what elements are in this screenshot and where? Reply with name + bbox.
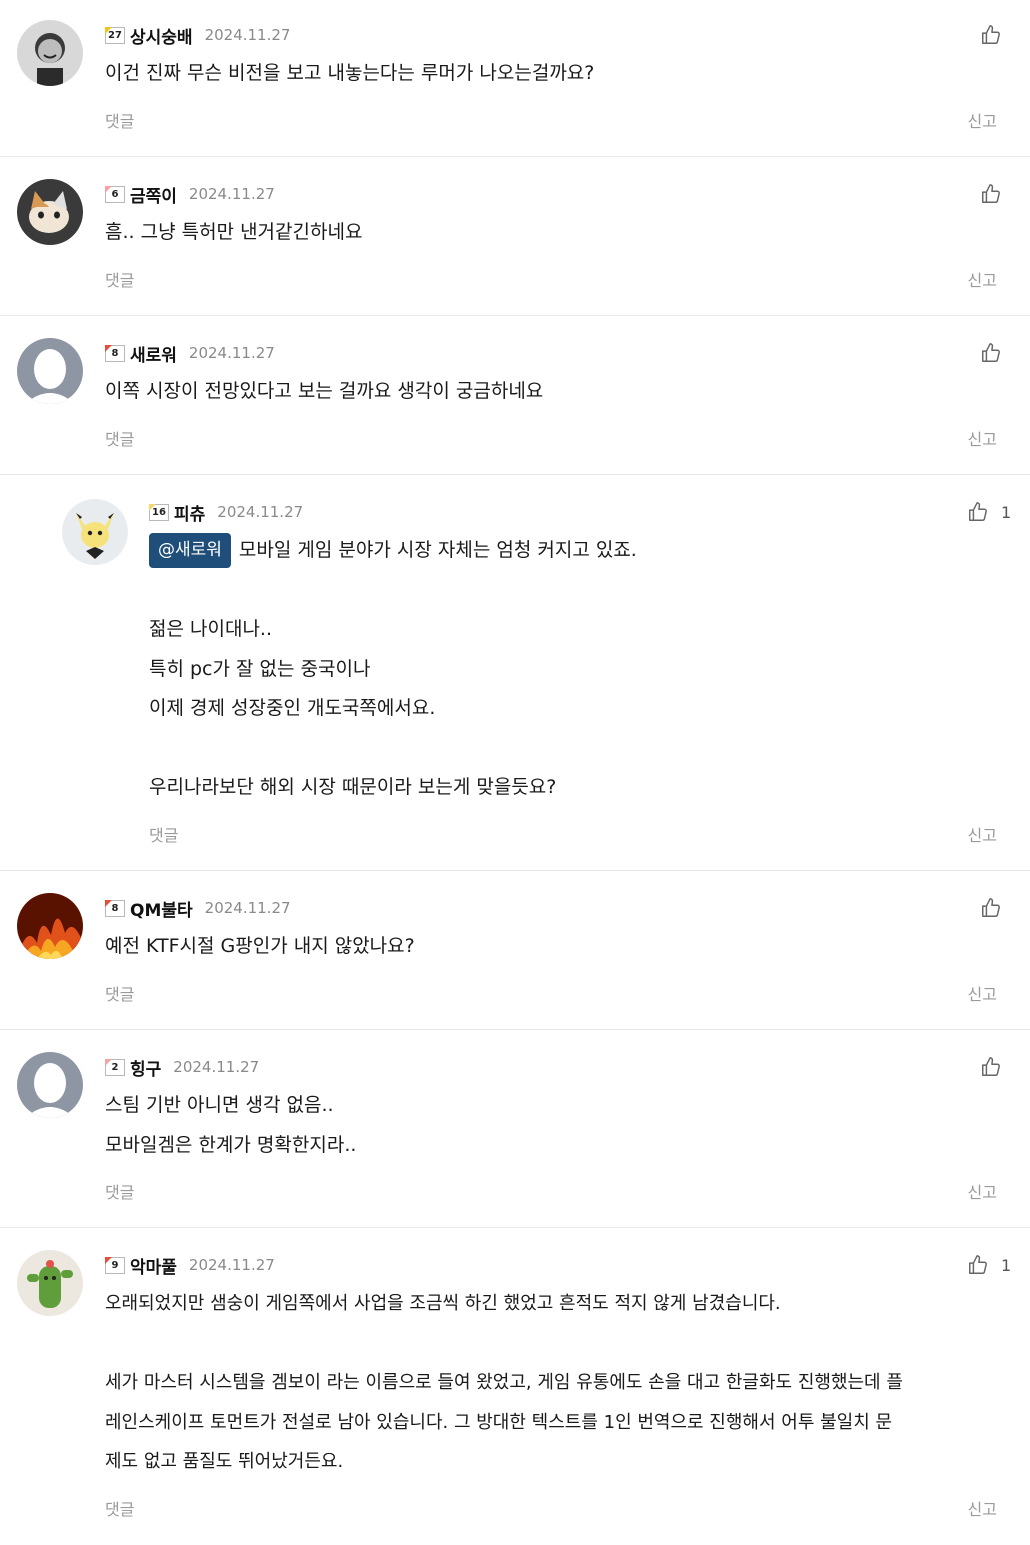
reply-button[interactable]: 댓글 <box>105 981 134 1005</box>
comment-date: 2024.11.27 <box>188 344 275 362</box>
user-avatar[interactable] <box>17 20 83 86</box>
report-button[interactable]: 신고 <box>968 426 997 450</box>
comment-header: 2 힝구 2024.11.27 <box>105 1055 260 1080</box>
user-avatar[interactable] <box>17 893 83 959</box>
thumbs-up-icon <box>969 502 987 521</box>
report-button[interactable]: 신고 <box>968 1179 997 1203</box>
level-badge: 16 <box>149 503 169 521</box>
comment-body: 이건 진짜 무슨 비전을 보고 내놓는다는 루머가 나오는걸까요? <box>105 62 595 84</box>
reply-button[interactable]: 댓글 <box>105 426 134 450</box>
user-avatar[interactable] <box>62 499 128 565</box>
comment-date: 2024.11.27 <box>204 899 291 917</box>
report-button[interactable]: 신고 <box>968 822 997 846</box>
nickname[interactable]: 금쪽이 <box>130 182 177 207</box>
like-button[interactable] <box>980 341 1002 365</box>
comment-header: 9 악마풀 2024.11.27 <box>105 1253 275 1278</box>
default-avatar-icon[interactable] <box>17 1052 83 1118</box>
nickname[interactable]: 상시숭배 <box>130 23 193 48</box>
thumbs-up-icon <box>982 1057 1000 1076</box>
like-button[interactable] <box>980 182 1002 206</box>
like-count: 1 <box>1001 502 1012 522</box>
comment-body: 이쪽 시장이 전망있다고 보는 걸까요 생각이 궁금하네요 <box>105 380 544 402</box>
like-button[interactable] <box>980 1055 1002 1079</box>
comment-item: 9 악마풀 2024.11.27 1 오래되었지만 샘숭이 게임쪽에서 사업을 … <box>0 1228 1030 1545</box>
level-badge: 8 <box>105 344 125 362</box>
nickname[interactable]: 피츄 <box>174 500 205 525</box>
comment-item: 27 상시숭배 2024.11.27 이건 진짜 무슨 비전을 보고 내놓는다는… <box>0 0 1030 157</box>
level-badge: 2 <box>105 1058 125 1076</box>
user-avatar[interactable] <box>17 179 83 245</box>
comment-item: 6 금쪽이 2024.11.27 흠.. 그냥 특허만 낸거같긴하네요 댓글 신… <box>0 157 1030 316</box>
reply-button[interactable]: 댓글 <box>105 267 134 291</box>
comment-item: 2 힝구 2024.11.27 스팀 기반 아니면 생각 없음.. 모바일겜은 … <box>0 1030 1030 1228</box>
like-button[interactable] <box>980 896 1002 920</box>
comment-body: 예전 KTF시절 G팡인가 내지 않았나요? <box>105 935 415 957</box>
thumbs-up-icon <box>969 1255 987 1274</box>
default-avatar-icon[interactable] <box>17 338 83 404</box>
report-button[interactable]: 신고 <box>968 267 997 291</box>
like-button[interactable] <box>980 23 1002 47</box>
comment-date: 2024.11.27 <box>188 185 275 203</box>
comment-header: 6 금쪽이 2024.11.27 <box>105 182 275 207</box>
comment-body: 흠.. 그냥 특허만 낸거같긴하네요 <box>105 221 363 243</box>
reply-button[interactable]: 댓글 <box>105 108 134 132</box>
like-button[interactable]: 1 <box>967 1253 1011 1277</box>
nickname[interactable]: QM불타 <box>130 896 193 921</box>
thumbs-up-icon <box>982 343 1000 362</box>
level-badge: 6 <box>105 185 125 203</box>
comment-date: 2024.11.27 <box>173 1058 260 1076</box>
mention-tag[interactable]: @새로워 <box>149 533 231 568</box>
level-badge: 8 <box>105 899 125 917</box>
comment-header: 16 피츄 2024.11.27 <box>149 500 304 525</box>
comment-header: 8 새로워 2024.11.27 <box>105 341 275 366</box>
comment-header: 27 상시숭배 2024.11.27 <box>105 23 291 48</box>
thumbs-up-icon <box>982 184 1000 203</box>
nickname[interactable]: 새로워 <box>130 341 177 366</box>
nickname[interactable]: 힝구 <box>130 1055 161 1080</box>
thumbs-up-icon <box>982 25 1000 44</box>
user-avatar[interactable] <box>17 1250 83 1316</box>
reply-button[interactable]: 댓글 <box>105 1496 134 1520</box>
reply-button[interactable]: 댓글 <box>149 822 178 846</box>
comment-date: 2024.11.27 <box>188 1256 275 1274</box>
level-badge: 27 <box>105 26 125 44</box>
level-badge: 9 <box>105 1256 125 1274</box>
reply-button[interactable]: 댓글 <box>105 1179 134 1203</box>
comment-date: 2024.11.27 <box>217 503 304 521</box>
like-count: 1 <box>1001 1255 1012 1275</box>
comment-item: 8 새로워 2024.11.27 이쪽 시장이 전망있다고 보는 걸까요 생각이… <box>0 316 1030 475</box>
comment-body: 스팀 기반 아니면 생각 없음.. 모바일겜은 한계가 명확한지라.. <box>105 1094 357 1156</box>
thumbs-up-icon <box>982 898 1000 917</box>
nickname[interactable]: 악마풀 <box>130 1253 177 1278</box>
report-button[interactable]: 신고 <box>968 981 997 1005</box>
comment-date: 2024.11.27 <box>204 26 291 44</box>
reply-comment-item: 16 피츄 2024.11.27 1 @새로워 모바일 게임 분야가 시장 자체는… <box>0 475 1030 871</box>
like-button[interactable]: 1 <box>967 500 1011 524</box>
comment-header: 8 QM불타 2024.11.27 <box>105 896 291 921</box>
comment-body: 오래되었지만 샘숭이 게임쪽에서 사업을 조금씩 하긴 했었고 흔적도 적지 않… <box>105 1293 903 1472</box>
report-button[interactable]: 신고 <box>968 1496 997 1520</box>
comment-item: 8 QM불타 2024.11.27 예전 KTF시절 G팡인가 내지 않았나요?… <box>0 871 1030 1030</box>
comment-body: @새로워 모바일 게임 분야가 시장 자체는 엄청 커지고 있죠. 젊은 나이대나… <box>149 531 637 808</box>
report-button[interactable]: 신고 <box>968 108 997 132</box>
